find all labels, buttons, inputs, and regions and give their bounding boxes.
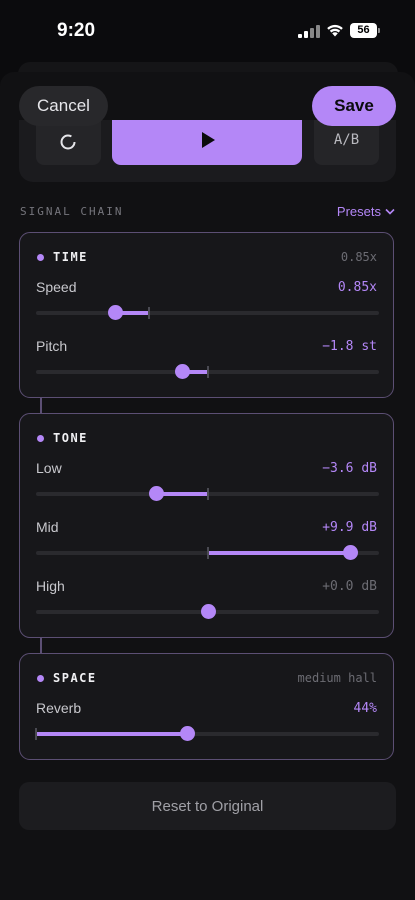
ab-compare-button[interactable]: A/B <box>314 120 379 165</box>
param-value: −3.6 dB <box>322 461 377 476</box>
tone-module-card: TONE Low −3.6 dB Mid +9.9 dB High +0.0 d… <box>19 413 394 638</box>
reset-button[interactable]: Reset to Original <box>19 782 396 830</box>
param-value: +9.9 dB <box>322 520 377 535</box>
status-bar: 9:20 56 <box>0 0 415 62</box>
chain-connector <box>40 397 42 414</box>
slider-knob[interactable] <box>149 486 165 501</box>
module-dot <box>37 435 44 442</box>
time-module-card: TIME 0.85x Speed 0.85x Pitch −1.8 st <box>19 232 394 398</box>
cellular-signal-icon <box>298 25 320 38</box>
slider-knob[interactable] <box>342 545 358 560</box>
low-slider[interactable] <box>36 486 379 501</box>
param-label: High <box>36 578 65 594</box>
slider-center-tick <box>35 728 37 740</box>
module-dot <box>37 675 44 682</box>
space-module-card: SPACE medium hall Reverb 44% <box>19 653 394 760</box>
slider-knob[interactable] <box>200 604 216 619</box>
pitch-slider[interactable] <box>36 364 379 379</box>
slider-knob[interactable] <box>179 726 195 741</box>
module-meta: 0.85x <box>340 250 377 264</box>
param-label: Mid <box>36 519 59 535</box>
cancel-button[interactable]: Cancel <box>19 86 108 126</box>
slider-knob[interactable] <box>174 364 190 379</box>
presets-label: Presets <box>336 204 381 219</box>
loop-icon <box>60 134 76 150</box>
battery-indicator: 56 <box>350 23 380 38</box>
chevron-down-icon <box>385 208 395 215</box>
param-value: 0.85x <box>337 280 377 295</box>
slider-fill <box>36 732 187 736</box>
param-label: Speed <box>36 279 77 295</box>
presets-dropdown[interactable]: Presets <box>337 204 395 219</box>
reverb-slider[interactable] <box>35 726 379 741</box>
status-time: 9:20 <box>57 20 96 41</box>
slider-center-tick <box>148 307 151 319</box>
slider-center-tick <box>206 488 209 500</box>
save-button[interactable]: Save <box>312 86 396 126</box>
slider-center-tick <box>206 366 209 378</box>
chain-connector <box>40 637 42 654</box>
module-title: SPACE <box>53 671 97 685</box>
play-icon <box>202 132 215 148</box>
slider-fill <box>207 551 350 555</box>
wifi-icon <box>327 24 343 37</box>
high-slider[interactable] <box>36 604 379 619</box>
slider-center-tick <box>206 547 209 559</box>
param-label: Low <box>36 460 62 476</box>
module-meta: medium hall <box>297 671 377 685</box>
param-label: Pitch <box>36 338 68 354</box>
transport-bar: A/B <box>19 120 396 182</box>
param-value: +0.0 dB <box>322 579 377 594</box>
module-title: TONE <box>53 431 88 445</box>
loop-button[interactable] <box>36 120 101 165</box>
slider-knob[interactable] <box>107 305 123 320</box>
module-title: TIME <box>53 250 88 264</box>
play-button[interactable] <box>112 120 302 165</box>
param-value: 44% <box>353 701 377 716</box>
signal-chain-label: SIGNAL CHAIN <box>20 205 124 218</box>
mid-slider[interactable] <box>36 545 379 560</box>
param-label: Reverb <box>36 700 82 716</box>
module-dot <box>37 254 44 261</box>
param-value: −1.8 st <box>322 339 377 354</box>
speed-slider[interactable] <box>36 305 379 320</box>
